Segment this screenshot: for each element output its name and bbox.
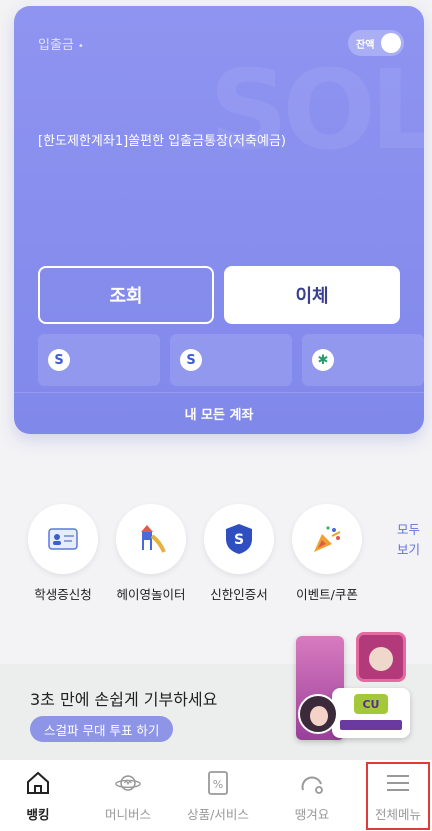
nav-delivery[interactable]: 땡겨요: [284, 760, 340, 831]
delivery-icon: [299, 770, 325, 796]
account-type[interactable]: 입출금 •: [38, 34, 84, 53]
all-accounts-link[interactable]: 내 모든 계좌: [14, 392, 424, 434]
quick-menu-certificate[interactable]: S 신한인증서: [194, 504, 284, 603]
id-card-icon: [48, 528, 78, 550]
mini-account-card[interactable]: S: [38, 334, 160, 386]
balance-toggle[interactable]: 잔액: [348, 30, 404, 56]
quick-menu-event[interactable]: 이벤트/쿠폰: [282, 504, 372, 603]
account-type-dot: •: [77, 41, 84, 52]
planet-icon: [115, 770, 141, 796]
nav-label: 땡겨요: [294, 807, 330, 822]
quick-menu-circle: [28, 504, 98, 574]
quick-menu-label: 학생증신청: [34, 587, 92, 602]
nav-moneyverse[interactable]: 머니버스: [94, 760, 162, 831]
party-popper-icon: [314, 526, 341, 552]
shield-icon: S: [226, 524, 252, 554]
percent-doc-icon: %: [205, 770, 231, 796]
shinhan-s-icon: S: [48, 349, 70, 371]
nav-label: 상품/서비스: [187, 807, 249, 822]
account-type-label: 입출금: [38, 38, 74, 53]
see-all-link[interactable]: 모두 보기: [397, 520, 420, 560]
vote-button[interactable]: 스걸파 무대 투표 하기: [30, 716, 174, 742]
account-card[interactable]: SOL 입출금 • 잔액 [한도제한계좌1]쏠편한 입출금통장(저축예금) 조회 …: [14, 6, 424, 434]
person-icon: ✱: [312, 349, 334, 371]
performer-photo: [356, 632, 406, 682]
quick-menu-circle: S: [204, 504, 274, 574]
shinhan-s-icon: S: [180, 349, 202, 371]
mini-account-card[interactable]: ✱: [302, 334, 424, 386]
quick-menu-label: 헤이영놀이터: [116, 587, 186, 602]
banner-illustration: CU: [296, 632, 432, 744]
balance-toggle-label: 잔액: [356, 39, 375, 51]
playground-icon: [141, 525, 166, 553]
quick-menu-label: 신한인증서: [210, 587, 268, 602]
sol-watermark: SOL: [209, 46, 424, 174]
highlight-box: [366, 762, 430, 830]
inquiry-button[interactable]: 조회: [38, 266, 214, 324]
toggle-knob: [381, 33, 401, 53]
quick-menu-label: 이벤트/쿠폰: [296, 587, 358, 602]
mini-account-row: S S ✱: [38, 334, 424, 386]
quick-menu-playground[interactable]: 헤이영놀이터: [106, 504, 196, 603]
transfer-button[interactable]: 이체: [224, 266, 400, 324]
cu-coupon-card: CU: [332, 688, 410, 738]
nav-label: 머니버스: [104, 807, 151, 822]
nav-products[interactable]: % 상품/서비스: [166, 760, 270, 831]
see-all-line2: 보기: [396, 542, 420, 557]
cu-logo: CU: [354, 694, 388, 714]
nav-banking[interactable]: 뱅킹: [8, 760, 68, 831]
performer-photo: [298, 694, 338, 734]
home-icon: [25, 770, 51, 796]
coupon-bar: [340, 720, 402, 730]
nav-label: 뱅킹: [26, 807, 50, 822]
quick-menu-student-id[interactable]: 학생증신청: [18, 504, 108, 603]
quick-menu-circle: [292, 504, 362, 574]
account-name[interactable]: [한도제한계좌1]쏠편한 입출금통장(저축예금): [38, 130, 286, 149]
svg-text:%: %: [213, 778, 223, 791]
svg-text:S: S: [234, 532, 244, 548]
quick-menu: 학생증신청 헤이영놀이터 S 신한인증서 이벤트/쿠폰: [18, 504, 432, 604]
see-all-line1: 모두: [396, 522, 420, 537]
banner-title: 3초 만에 손쉽게 기부하세요: [30, 690, 218, 709]
quick-menu-circle: [116, 504, 186, 574]
mini-account-card[interactable]: S: [170, 334, 292, 386]
